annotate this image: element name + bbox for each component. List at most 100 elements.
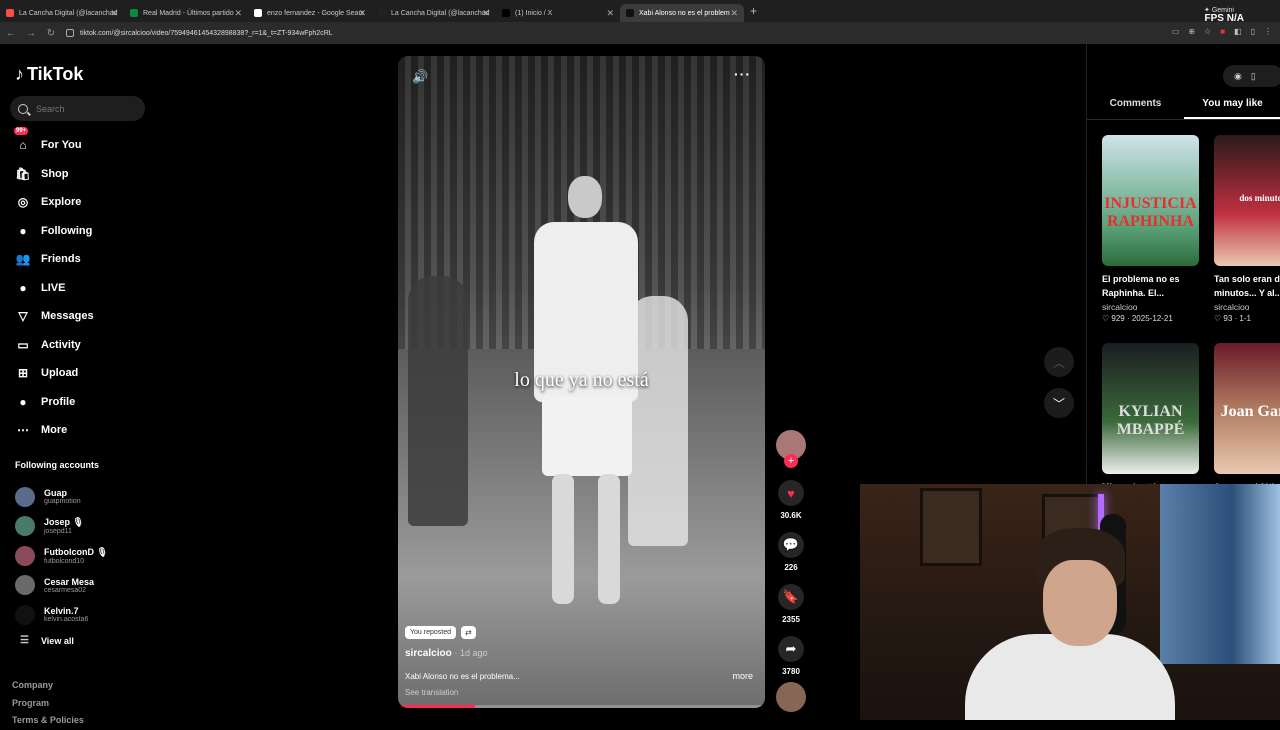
video-author[interactable]: sircalcioo	[405, 648, 452, 659]
footer-link[interactable]: Terms & Policies	[12, 712, 84, 730]
sidebar-item-live[interactable]: ● LIVE	[14, 274, 94, 303]
tab-close-icon[interactable]: ✕	[730, 8, 738, 19]
share-action[interactable]: ➦ 3780	[776, 636, 806, 676]
tab-you-may-like[interactable]: You may like	[1184, 98, 1280, 119]
forward-icon[interactable]: →	[22, 28, 40, 39]
video-progress-bar[interactable]	[398, 705, 765, 708]
heart-icon[interactable]: ♥	[778, 480, 804, 506]
browser-tab[interactable]: (1) Inicio / X ✕	[496, 4, 620, 22]
recommendation-author[interactable]: sircalcioo	[1102, 302, 1199, 312]
url-field[interactable]: tiktok.com/@sircalcioo/video/75949461454…	[66, 29, 333, 37]
sidebar-item-explore[interactable]: ◎ Explore	[14, 188, 94, 217]
see-translation-link[interactable]: See translation	[405, 688, 458, 697]
view-all-button[interactable]: ☰ View all	[20, 635, 74, 646]
tiktok-logo[interactable]: ♪ TikTok	[15, 64, 83, 85]
bookmark-icon[interactable]: 🔖	[778, 584, 804, 610]
recommendation-card[interactable]: INJUSTICIA RAPHINHA El problema no es Raph…	[1102, 135, 1199, 323]
home-icon: ⌂	[19, 138, 27, 153]
recommendation-thumbnail[interactable]: INJUSTICIA RAPHINHA	[1102, 135, 1199, 266]
video-author-line: sircalcioo · 1d ago	[405, 648, 488, 659]
tab-close-icon[interactable]: ✕	[358, 8, 366, 19]
extension-icon[interactable]: ■	[1220, 27, 1225, 36]
video-player[interactable]: lo que ya no está 🔊 ··· You reposted ⇄ s…	[398, 56, 765, 708]
volume-icon[interactable]: 🔊	[412, 69, 428, 85]
zoom-icon[interactable]: ⊕	[1188, 27, 1195, 36]
sidebar-item-profile[interactable]: ● Profile	[14, 388, 94, 417]
following-account[interactable]: Cesar Mesa cesarmesa02	[15, 571, 108, 601]
video-caption: lo que ya no está	[514, 369, 649, 391]
tab-favicon-icon	[502, 9, 510, 17]
like-action[interactable]: ♥ 30.6K	[776, 480, 806, 520]
recommendation-card[interactable]: KYLIAN MBAPPÉMbappé está en	[1102, 343, 1199, 496]
cast-icon[interactable]: ▭	[1172, 27, 1180, 36]
sound-avatar[interactable]	[776, 682, 806, 712]
next-video-icon[interactable]: ﹀	[1044, 388, 1074, 418]
repost-icon[interactable]: ⇄	[461, 626, 476, 639]
save-action[interactable]: 🔖 2355	[776, 584, 806, 624]
footer-link[interactable]: Company	[12, 677, 84, 695]
browser-tab[interactable]: La Cancha Digital (@lacanchad ✕	[0, 4, 124, 22]
tab-comments[interactable]: Comments	[1087, 98, 1184, 119]
previous-video-icon[interactable]: ︿	[1044, 347, 1074, 377]
search-box[interactable]	[10, 96, 145, 121]
compass-tool-icon[interactable]: ◉	[1234, 71, 1242, 82]
following-account[interactable]: FutbolconD 🎙 futbolcond10	[15, 541, 108, 571]
account-text: Guap guapmotion	[44, 488, 81, 505]
sidebar-item-more[interactable]: ⋯ More	[14, 416, 94, 445]
following-account[interactable]: Josep 🎙 josepd11	[15, 512, 108, 542]
creator-avatar[interactable]: +	[776, 430, 806, 468]
puzzle-icon[interactable]: ◧	[1234, 27, 1242, 36]
sidebar-item-upload[interactable]: ⊞ Upload	[14, 359, 94, 388]
search-input[interactable]	[36, 103, 131, 114]
account-text: Josep 🎙 josepd11	[44, 517, 84, 535]
recommendation-author[interactable]: sircalcioo	[1214, 302, 1280, 312]
browser-tab[interactable]: enzo fernandez - Google Searc ✕	[248, 4, 372, 22]
following-account[interactable]: Guap guapmotion	[15, 482, 108, 512]
comment-action[interactable]: 💬 226	[776, 532, 806, 572]
sidebar-item-following[interactable]: ● Following	[14, 217, 94, 246]
browser-tab[interactable]: Xabi Alonso no es el problem ✕	[620, 4, 744, 22]
tab-close-icon[interactable]: ✕	[482, 8, 490, 19]
reload-icon[interactable]: ↻	[42, 28, 60, 39]
tab-close-icon[interactable]: ✕	[234, 8, 242, 19]
sidebar-item-activity[interactable]: ▭ 99+ Activity	[14, 127, 94, 360]
tab-title: (1) Inicio / X	[515, 9, 553, 17]
sidebar-item-shop[interactable]: 🛍 Shop	[14, 160, 94, 189]
profile-icon: ●	[19, 394, 27, 409]
follow-plus-icon[interactable]: +	[784, 454, 798, 468]
tab-title: Xabi Alonso no es el problem	[639, 9, 730, 17]
bookmark-star-icon[interactable]: ☆	[1204, 27, 1211, 36]
recommendation-thumbnail[interactable]: Joan García	[1214, 343, 1280, 474]
messages-icon: ▽	[18, 309, 28, 324]
back-icon[interactable]: ←	[2, 28, 20, 39]
site-info-icon[interactable]	[66, 29, 74, 37]
browser-tab-bar: La Cancha Digital (@lacanchad ✕ Real Madri…	[0, 0, 1280, 22]
new-tab-icon[interactable]: +	[750, 4, 757, 18]
recommendation-thumbnail[interactable]: dos minutos	[1214, 135, 1280, 266]
tab-title: La Cancha Digital (@lacanchad	[19, 9, 118, 17]
video-options-icon[interactable]: ···	[734, 66, 751, 82]
following-account[interactable]: Kelvin.7 kelvin.acosta6	[15, 600, 108, 630]
description-more-button[interactable]: more	[732, 671, 753, 681]
tab-close-icon[interactable]: ✕	[606, 8, 614, 19]
share-icon[interactable]: ➦	[778, 636, 804, 662]
recommendation-card[interactable]: dos minutos Tan solo eran d minutos... Y a…	[1214, 135, 1280, 323]
sidebar-item-for-you[interactable]: ⌂ For You	[14, 131, 94, 160]
device-tool-icon[interactable]: ▯	[1251, 71, 1256, 82]
footer-link[interactable]: Program	[12, 695, 84, 713]
sidebar-item-messages[interactable]: ▽ 99+ Messages	[14, 127, 94, 331]
menu-dots-icon[interactable]: ⋮	[1264, 27, 1272, 36]
comment-icon[interactable]: 💬	[778, 532, 804, 558]
recommendation-thumbnail[interactable]: KYLIAN MBAPPÉ	[1102, 343, 1199, 474]
main-player-figure	[526, 176, 646, 616]
repost-label: You reposted	[405, 626, 456, 639]
recommendation-card[interactable]: Joan GarcíaA veces el fútb	[1214, 343, 1280, 496]
repost-indicator: You reposted ⇄	[405, 626, 476, 639]
sidepanel-icon[interactable]: ▯	[1251, 27, 1255, 36]
browser-tab[interactable]: Real Madrid - Últimos partido ✕	[124, 4, 248, 22]
streamer-shirt	[965, 634, 1175, 720]
sidebar-item-friends[interactable]: 👥 Friends	[14, 245, 94, 274]
account-handle: guapmotion	[44, 498, 81, 506]
browser-tab[interactable]: La Cancha Digital (@lacanchad ✕	[372, 4, 496, 22]
tab-close-icon[interactable]: ✕	[110, 8, 118, 19]
